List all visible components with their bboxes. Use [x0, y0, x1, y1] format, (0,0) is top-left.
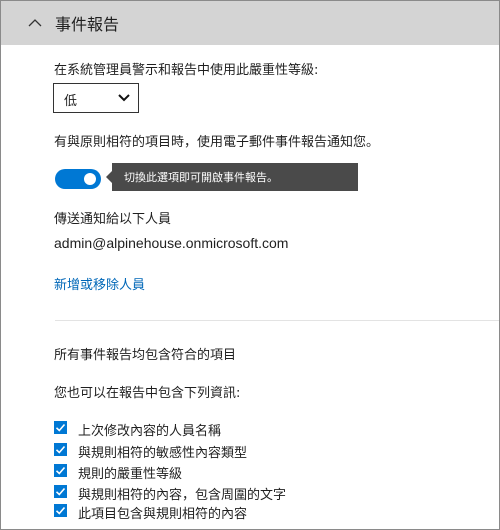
checkbox-label: 此項目包含與規則相符的內容: [78, 507, 248, 522]
section-divider: [55, 320, 499, 321]
section-header[interactable]: 事件報告: [1, 1, 499, 45]
section-title: 事件報告: [55, 15, 120, 34]
also-include-text: 您也可以在報告中包含下列資訊:: [54, 386, 241, 401]
incident-report-panel: 事件報告 在系統管理員警示和報告中使用此嚴重性等級: 低 有與原則相符的項目時，…: [0, 0, 500, 530]
checkmark-icon: [55, 445, 66, 454]
checkbox-item-content[interactable]: [54, 504, 67, 517]
checkbox-sensitive-types[interactable]: [54, 443, 67, 456]
severity-label: 在系統管理員警示和報告中使用此嚴重性等級:: [54, 63, 319, 78]
add-remove-people-link[interactable]: 新增或移除人員: [54, 274, 145, 293]
tooltip-text: 切換此選項即可開啟事件報告。: [124, 171, 278, 184]
severity-selected-value: 低: [64, 94, 78, 109]
checkbox-matched-content[interactable]: [54, 485, 67, 498]
recipient-email: admin@alpinehouse.onmicrosoft.com: [54, 235, 289, 251]
checkmark-icon: [55, 506, 66, 515]
chevron-down-icon: [118, 94, 130, 102]
incident-report-toggle[interactable]: [55, 169, 101, 189]
checkmark-icon: [55, 423, 66, 432]
checkbox-last-modifier[interactable]: [54, 421, 67, 434]
toggle-tooltip: 切換此選項即可開啟事件報告。: [106, 163, 358, 191]
toggle-knob: [84, 173, 96, 185]
checkmark-icon: [55, 466, 66, 475]
severity-dropdown[interactable]: 低: [53, 83, 139, 113]
included-items-text: 所有事件報告均包含符合的項目: [54, 348, 237, 363]
checkbox-label: 與規則相符的內容，包含周圍的文字: [78, 488, 287, 503]
checkbox-rule-severity[interactable]: [54, 464, 67, 477]
notify-label: 有與原則相符的項目時，使用電子郵件事件報告通知您。: [54, 135, 380, 150]
checkmark-icon: [55, 487, 66, 496]
chevron-up-icon[interactable]: [27, 15, 43, 31]
checkbox-label: 規則的嚴重性等級: [78, 467, 183, 482]
tooltip-beak: [106, 171, 112, 183]
checkbox-label: 上次修改內容的人員名稱: [78, 424, 222, 439]
checkbox-label: 與規則相符的敏感性內容類型: [78, 446, 248, 461]
recipients-label: 傳送通知給以下人員: [54, 212, 172, 227]
